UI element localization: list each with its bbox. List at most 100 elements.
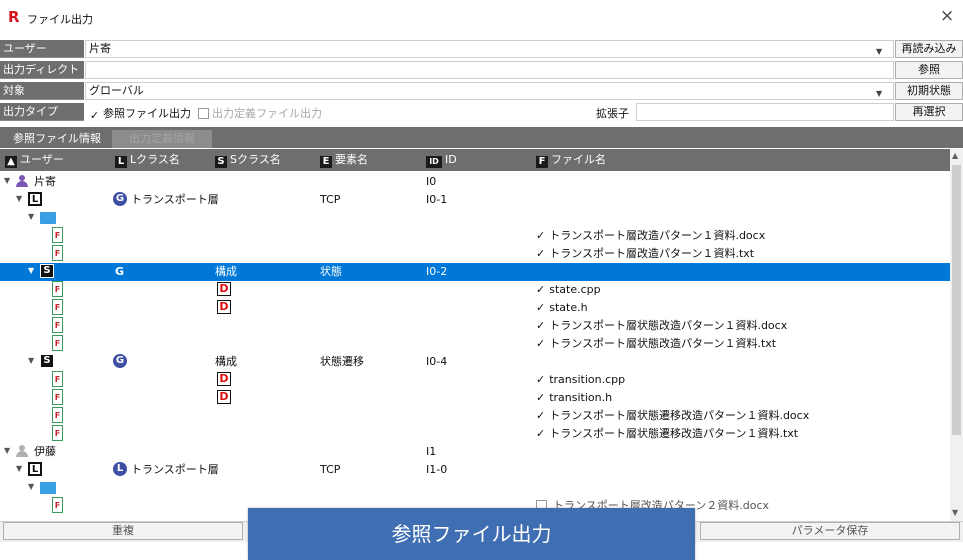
def-file-output-checkbox[interactable]: 出力定義ファイル出力 (198, 105, 322, 121)
check-icon: ✓ (536, 391, 546, 404)
table-row[interactable]: F ✓ トランスポート層状態改造パターン１資料.txt (0, 335, 950, 353)
file-entry[interactable]: ✓ トランスポート層状態遷移改造パターン１資料.txt (536, 427, 798, 441)
scroll-thumb[interactable] (952, 165, 961, 435)
file-icon: F (52, 227, 63, 243)
file-name: state.h (549, 301, 588, 314)
duplicate-button[interactable]: 重複 (3, 522, 243, 540)
file-icon: F (52, 299, 63, 315)
user-icon (16, 445, 28, 457)
design-d-icon: D (217, 282, 231, 296)
folder-icon (40, 482, 56, 494)
check-icon: ✓ (536, 427, 546, 440)
target-select[interactable]: グローバル ▼ (85, 82, 894, 100)
column-label: Sクラス名 (230, 153, 281, 166)
table-row[interactable]: F D ✓ state.cpp (0, 281, 950, 299)
ext-label: 拡張子 (596, 107, 629, 120)
file-entry[interactable]: ✓ state.h (536, 301, 588, 315)
table-row[interactable]: F ✓ トランスポート層状態遷移改造パターン１資料.docx (0, 407, 950, 425)
file-entry[interactable]: ✓ トランスポート層改造パターン１資料.docx (536, 229, 765, 243)
design-d-icon: D (217, 390, 231, 404)
tree-grid[interactable]: ▼ 片寄 I0 ▼ L G トランスポート層 TCP I0-1 ▼ F ✓ トラン… (0, 171, 950, 521)
collapse-caret-icon[interactable]: ▼ (16, 464, 22, 473)
design-d-icon: D (217, 300, 231, 314)
group-g-icon: G (113, 354, 127, 368)
sclass-icon: S (40, 264, 54, 278)
file-name: トランスポート層改造パターン１資料.docx (549, 229, 766, 242)
target-select-value: グローバル (89, 84, 144, 97)
column-label: ユーザー (20, 153, 64, 166)
close-icon[interactable]: × (940, 6, 954, 26)
collapse-caret-icon[interactable]: ▼ (28, 266, 34, 275)
table-row[interactable]: ▼ 片寄 I0 (0, 173, 950, 191)
file-entry[interactable]: ✓ トランスポート層状態改造パターン１資料.docx (536, 319, 787, 333)
column-header-id[interactable]: ID ID (426, 153, 457, 168)
file-entry[interactable]: ✓ トランスポート層状態遷移改造パターン１資料.docx (536, 409, 809, 423)
table-row[interactable]: ▼ L L トランスポート層 TCP I1-0 (0, 461, 950, 479)
column-header-file[interactable]: F ファイル名 (536, 153, 606, 168)
table-row[interactable]: ▼ L G トランスポート層 TCP I0-1 (0, 191, 950, 209)
column-header-element[interactable]: E 要素名 (320, 153, 368, 168)
type-row: 出力タイプ ✓ 参照ファイル出力 出力定義ファイル出力 拡張子 再選択 (0, 103, 963, 122)
table-row[interactable]: F ✓ トランスポート層改造パターン１資料.txt (0, 245, 950, 263)
table-row[interactable]: F D ✓ state.h (0, 299, 950, 317)
table-row[interactable]: F ✓ トランスポート層改造パターン１資料.docx (0, 227, 950, 245)
outdir-input[interactable] (85, 61, 894, 79)
user-select[interactable]: 片寄 ▼ (85, 40, 894, 58)
file-entry[interactable]: ✓ state.cpp (536, 283, 601, 297)
reselect-button[interactable]: 再選択 (895, 103, 963, 121)
file-name: トランスポート層状態遷移改造パターン１資料.docx (549, 409, 810, 422)
ext-input[interactable] (636, 103, 894, 121)
table-row[interactable]: ▼ S G 構成 状態遷移 I0-4 (0, 353, 950, 371)
sclass-name: 構成 (215, 355, 237, 368)
collapse-caret-icon[interactable]: ▼ (4, 176, 10, 185)
f-column-icon: F (536, 156, 548, 168)
ref-file-output-checkbox[interactable]: ✓ 参照ファイル出力 (89, 105, 191, 121)
check-icon: ✓ (536, 229, 546, 242)
reload-button[interactable]: 再読み込み (895, 40, 963, 58)
collapse-caret-icon[interactable]: ▼ (16, 194, 22, 203)
collapse-caret-icon[interactable]: ▼ (28, 212, 34, 221)
collapse-caret-icon[interactable]: ▼ (28, 356, 34, 365)
file-entry[interactable]: ✓ transition.h (536, 391, 612, 405)
tab-ref-file-info[interactable]: 参照ファイル情報 (3, 130, 111, 148)
app-logo-icon: R (8, 8, 20, 26)
file-entry[interactable]: ✓ トランスポート層改造パターン１資料.txt (536, 247, 754, 261)
column-header-sclass[interactable]: S Sクラス名 (215, 153, 281, 168)
lclass-name: トランスポート層 (131, 193, 219, 206)
layer-l-icon: L (113, 462, 127, 476)
column-header-user[interactable]: ▲ ユーザー (5, 153, 64, 168)
row-id: I1-0 (426, 463, 448, 476)
scroll-down-icon[interactable]: ▼ (952, 508, 958, 517)
table-row[interactable]: F D ✓ transition.h (0, 389, 950, 407)
check-icon: ✓ (536, 409, 546, 422)
save-params-button[interactable]: パラメータ保存 (700, 522, 960, 540)
file-icon: F (52, 335, 63, 351)
chevron-down-icon: ▼ (876, 89, 883, 98)
browse-button[interactable]: 参照 (895, 61, 963, 79)
user-name: 片寄 (34, 175, 56, 188)
scroll-up-icon[interactable]: ▲ (952, 151, 958, 160)
table-row[interactable]: F ✓ トランスポート層状態遷移改造パターン１資料.txt (0, 425, 950, 443)
vertical-scrollbar[interactable]: ▲ ▼ (950, 149, 963, 521)
file-entry[interactable]: ✓ transition.cpp (536, 373, 625, 387)
grid-header: ▲ ユーザー L Lクラス名 S Sクラス名 E 要素名 ID ID F ファイル名 (0, 149, 950, 171)
column-header-lclass[interactable]: L Lクラス名 (115, 153, 180, 168)
file-name: トランスポート層状態改造パターン１資料.docx (549, 319, 788, 332)
table-row[interactable]: F D ✓ transition.cpp (0, 371, 950, 389)
table-row[interactable]: ▼ (0, 209, 950, 227)
row-id: I0 (426, 175, 437, 188)
file-entry[interactable]: ✓ トランスポート層状態改造パターン１資料.txt (536, 337, 776, 351)
file-name: トランスポート層状態遷移改造パターン１資料.txt (549, 427, 799, 440)
collapse-caret-icon[interactable]: ▼ (4, 446, 10, 455)
check-icon: ✓ (536, 301, 546, 314)
table-row-selected[interactable]: ▼ S G 構成 状態 I0-2 (0, 263, 950, 281)
table-row[interactable]: ▼ (0, 479, 950, 497)
design-d-icon: D (217, 372, 231, 386)
ref-file-output-button[interactable]: 参照ファイル出力 (248, 508, 695, 560)
collapse-caret-icon[interactable]: ▼ (28, 482, 34, 491)
table-row[interactable]: ▼ 伊藤 I1 (0, 443, 950, 461)
tab-output-def-info[interactable]: 出力定義情報 (112, 130, 212, 148)
table-row[interactable]: F ✓ トランスポート層状態改造パターン１資料.docx (0, 317, 950, 335)
init-state-button[interactable]: 初期状態 (895, 82, 963, 100)
element-name: TCP (320, 463, 341, 476)
